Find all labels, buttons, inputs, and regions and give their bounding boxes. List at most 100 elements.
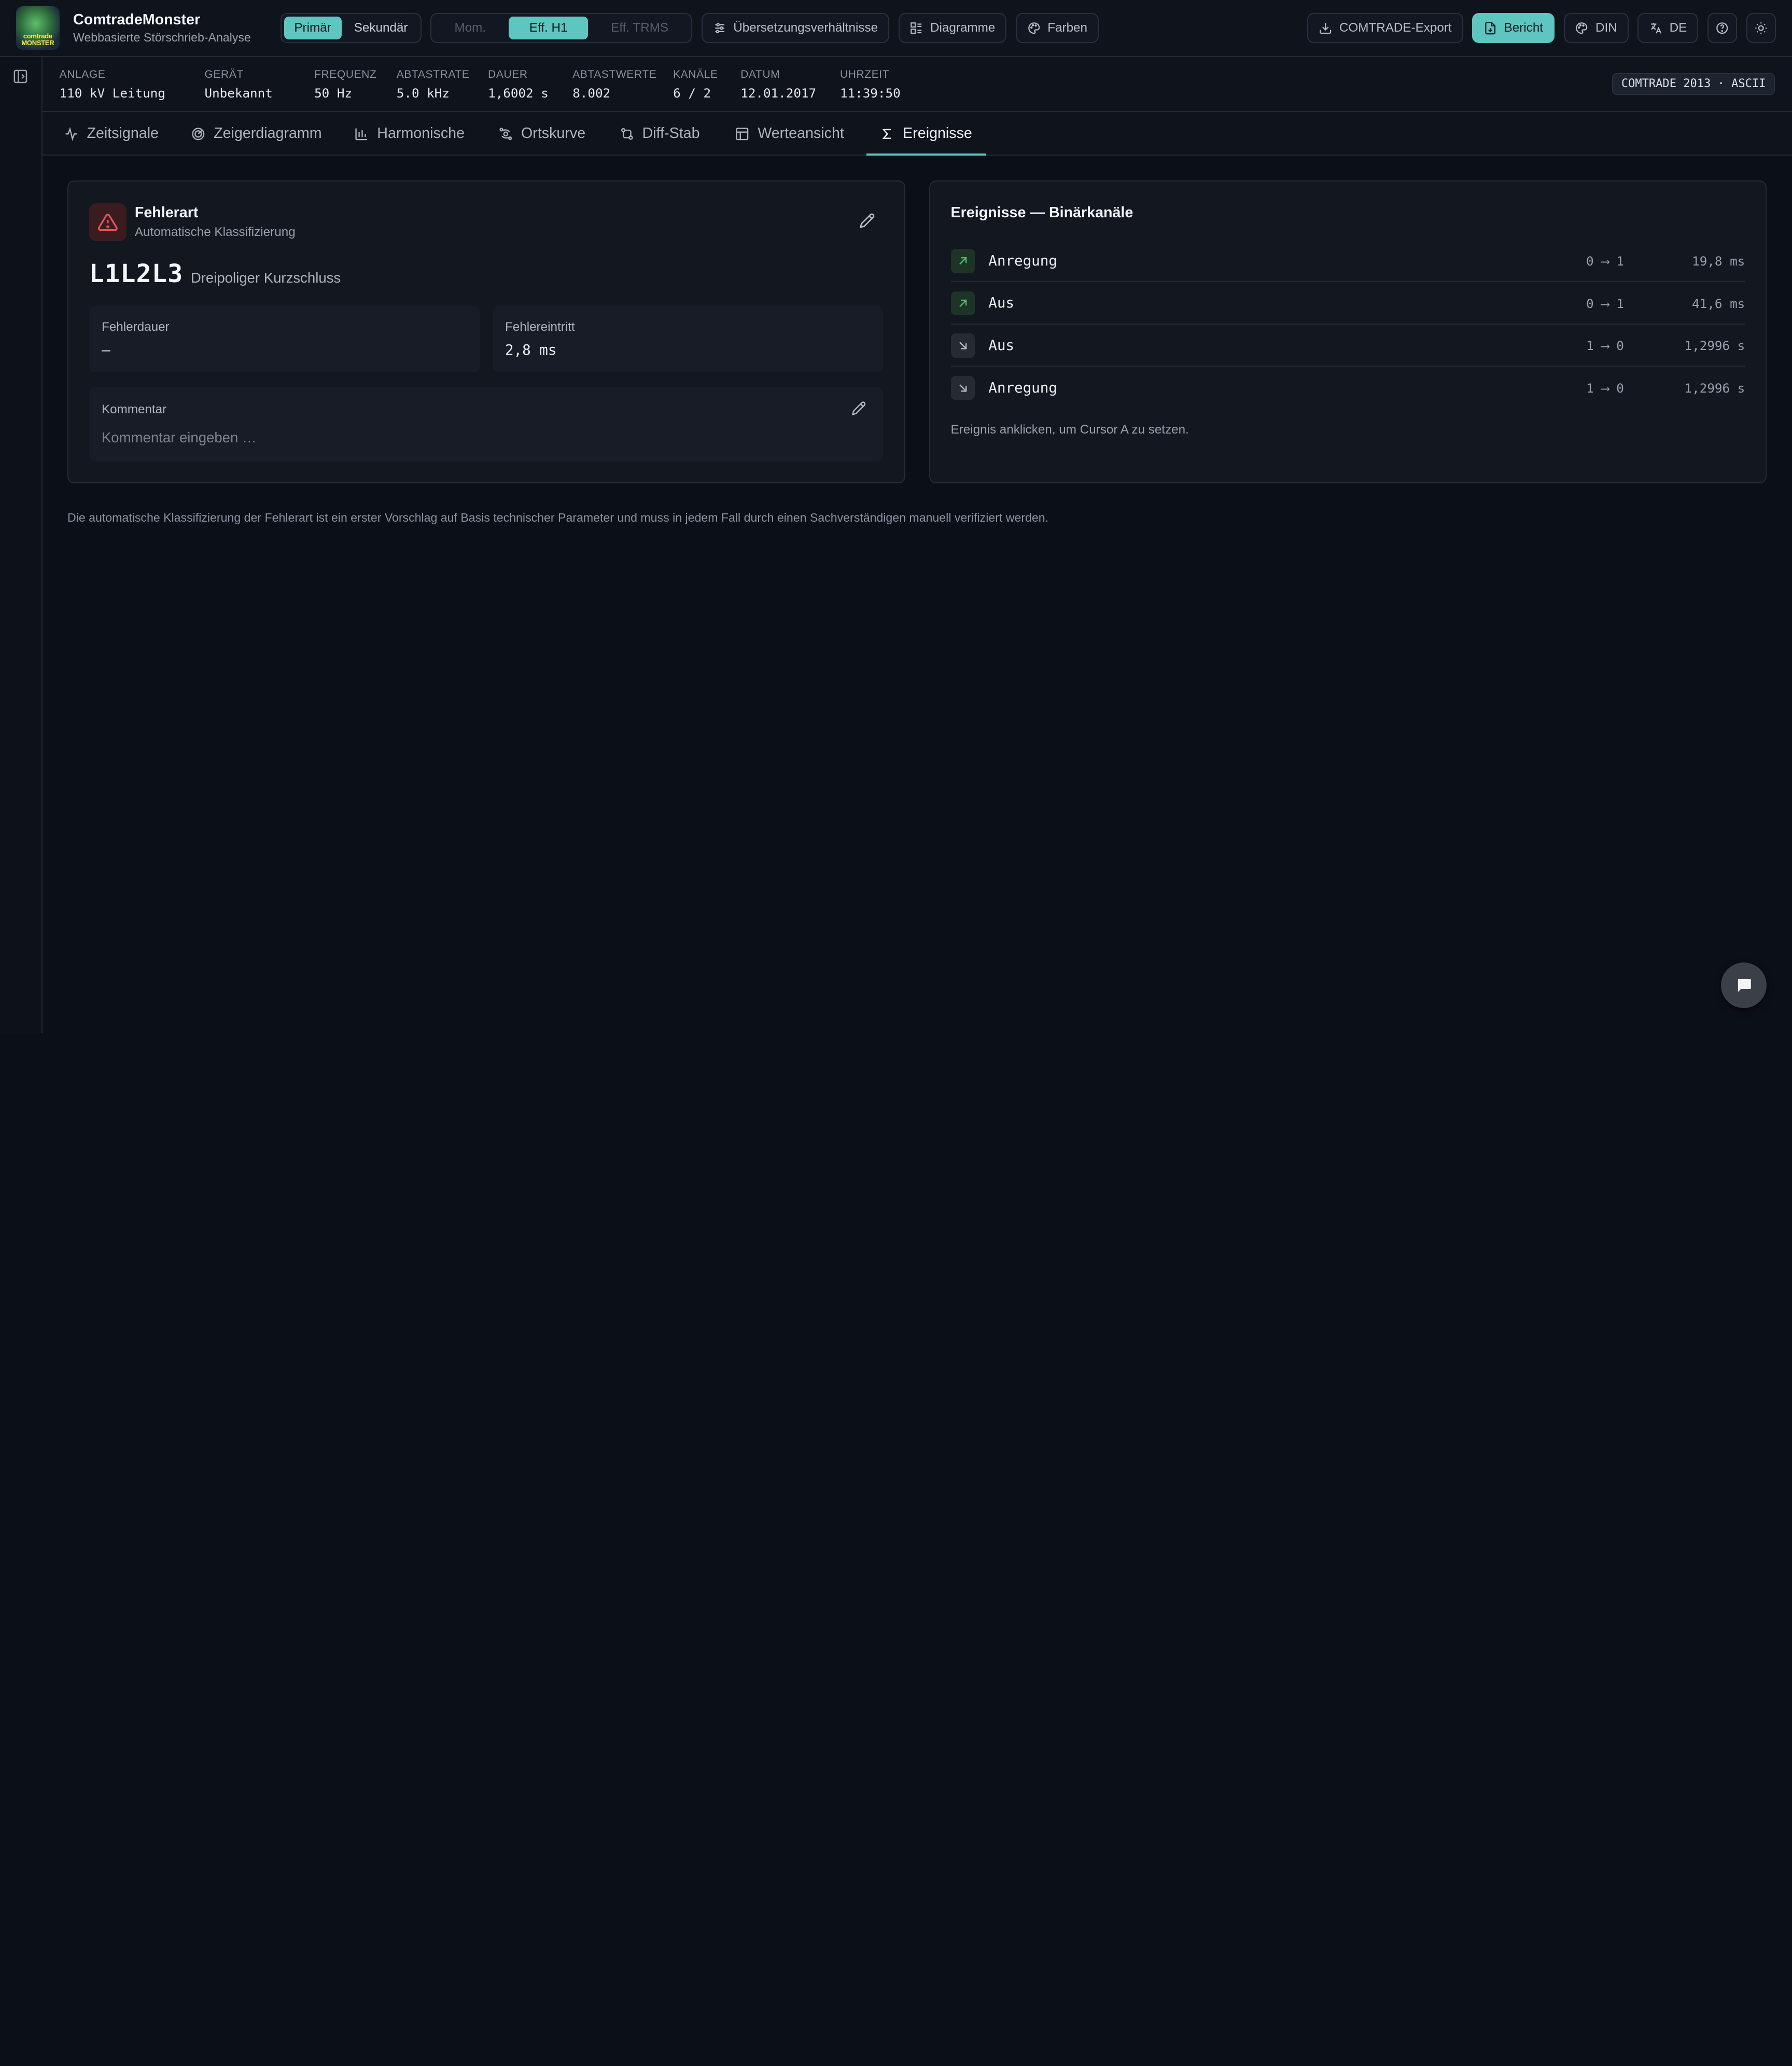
- fault-subtitle: Automatische Klassifizierung: [134, 225, 296, 239]
- tab-harmonische[interactable]: Harmonische: [354, 112, 465, 156]
- info-dauer-label: DAUER: [488, 68, 528, 81]
- event-transition: 0 ⟶ 1: [1586, 254, 1624, 269]
- report-label: Bericht: [1504, 21, 1544, 35]
- info-anlage: ANLAGE 110 kV Leitung: [60, 68, 165, 101]
- app-subtitle: Webbasierte Störschrieb-Analyse: [73, 31, 251, 45]
- active-tab-indicator: [866, 153, 987, 156]
- event-name: Aus: [988, 337, 1014, 354]
- report-button[interactable]: Bericht: [1472, 13, 1555, 43]
- edit-fault-icon[interactable]: [859, 213, 875, 229]
- target-icon: [192, 127, 205, 140]
- tab-zeigerdiagramm[interactable]: Zeigerdiagramm: [191, 112, 322, 156]
- theme-toggle-button[interactable]: [1746, 13, 1776, 43]
- top-toolbar: comtrade MONSTER ComtradeMonster Webbasi…: [0, 0, 1792, 58]
- chat-button[interactable]: [1721, 962, 1767, 1008]
- diagrams-label: Diagramme: [930, 21, 996, 35]
- primary-option[interactable]: Primär: [284, 17, 342, 40]
- info-datum: DATUM 12.01.2017: [740, 68, 816, 101]
- ratios-button[interactable]: Übersetzungsverhältnisse: [701, 13, 889, 43]
- event-transition: 0 ⟶ 1: [1586, 296, 1624, 311]
- standard-button[interactable]: DIN: [1563, 13, 1629, 43]
- arrow-up-right-icon: [959, 299, 967, 307]
- app-root: comtrade MONSTER ComtradeMonster Webbasi…: [0, 0, 1792, 1034]
- info-uhrzeit: UHRZEIT 11:39:50: [840, 68, 901, 101]
- rising-edge-badge: [950, 291, 975, 316]
- info-frequenz-label: FREQUENZ: [314, 68, 377, 81]
- mode-rms-h1[interactable]: Eff. H1: [509, 17, 589, 40]
- diagrams-button[interactable]: Diagramme: [898, 13, 1007, 43]
- event-time: 19,8 ms: [1692, 254, 1745, 269]
- info-frequenz: FREQUENZ 50 Hz: [314, 68, 376, 101]
- event-name: Anregung: [988, 252, 1057, 269]
- event-time: 1,2996 s: [1684, 380, 1745, 396]
- tab-ortskurve[interactable]: Ortskurve: [498, 112, 585, 156]
- colors-label: Farben: [1047, 21, 1088, 35]
- tab-harmonische-label: Harmonische: [377, 125, 465, 142]
- fault-type-card: Fehlerart Automatische Klassifizierung L…: [67, 180, 905, 484]
- tab-zeitsignale-label: Zeitsignale: [87, 125, 159, 142]
- events-title: Ereignisse — Binärkanäle: [950, 204, 1133, 221]
- arrow-down-right-icon: [959, 384, 967, 392]
- primary-secondary-toggle: Primär Sekundär: [281, 13, 422, 43]
- fault-onset-value: 2,8 ms: [505, 341, 557, 358]
- arrow-up-right-icon: [959, 257, 967, 265]
- activity-icon: [66, 127, 77, 141]
- standard-label: DIN: [1595, 21, 1617, 35]
- comment-placeholder[interactable]: Kommentar eingeben …: [102, 429, 257, 446]
- event-time: 1,2996 s: [1684, 338, 1745, 354]
- info-datum-label: DATUM: [740, 68, 780, 81]
- fault-duration-value: –: [101, 341, 110, 358]
- fault-onset-box: Fehlereintritt 2,8 ms: [492, 306, 884, 373]
- help-button[interactable]: [1707, 13, 1738, 43]
- brand: ComtradeMonster Webbasierte Störschrieb-…: [73, 11, 251, 45]
- comment-box[interactable]: Kommentar Kommentar eingeben …: [89, 387, 884, 462]
- sigma-icon: [882, 129, 891, 139]
- language-button[interactable]: DE: [1637, 13, 1699, 43]
- help-icon: [1716, 22, 1728, 34]
- alert-triangle-icon: [98, 213, 118, 231]
- arrow-down-right-icon: [959, 342, 967, 350]
- tab-ereignisse[interactable]: Ereignisse: [880, 112, 972, 156]
- export-label: COMTRADE-Export: [1339, 21, 1452, 35]
- mode-instantaneous[interactable]: Mom.: [434, 17, 507, 39]
- panel-toggle-icon[interactable]: [12, 68, 29, 85]
- info-abtastwerte: ABTASTWERTE 8.002: [572, 68, 656, 101]
- info-anlage-value: 110 kV Leitung: [59, 86, 165, 101]
- layout-list-icon: [911, 22, 922, 34]
- secondary-option[interactable]: Sekundär: [344, 17, 418, 39]
- event-transition: 1 ⟶ 0: [1586, 338, 1624, 354]
- fault-description: Dreipoliger Kurzschluss: [190, 269, 341, 286]
- mode-trms[interactable]: Eff. TRMS: [591, 17, 689, 39]
- classification-disclaimer: Die automatische Klassifizierung der Feh…: [67, 511, 1049, 525]
- tab-zeitsignale[interactable]: Zeitsignale: [64, 112, 159, 156]
- tab-diff-stab[interactable]: Diff-Stab: [620, 112, 700, 156]
- info-abtastwerte-label: ABTASTWERTE: [572, 68, 657, 81]
- info-abtastrate-label: ABTASTRATE: [396, 68, 470, 81]
- view-tabs: Zeitsignale Zeigerdiagramm Harmonische O…: [42, 111, 1792, 156]
- info-geraet: GERÄT Unbekannt: [205, 68, 273, 101]
- event-name: Aus: [988, 295, 1014, 312]
- fault-code: L1L2L3: [89, 259, 184, 289]
- info-abtastrate-value: 5.0 kHz: [396, 86, 450, 101]
- info-dauer-value: 1,6002 s: [488, 86, 549, 101]
- tab-werteansicht[interactable]: Werteansicht: [735, 112, 844, 156]
- value-mode-toggle: Mom. Eff. H1 Eff. TRMS: [430, 13, 693, 43]
- event-row[interactable]: Anregung 0 ⟶ 1 19,8 ms: [950, 240, 1745, 283]
- event-row[interactable]: Anregung 1 ⟶ 0 1,2996 s: [950, 367, 1745, 409]
- git-compare-icon: [621, 128, 633, 140]
- edit-comment-icon[interactable]: [851, 401, 866, 416]
- colors-button[interactable]: Farben: [1015, 13, 1099, 43]
- event-row[interactable]: Aus 1 ⟶ 0 1,2996 s: [950, 325, 1745, 367]
- info-kanaele: KANÄLE 6 / 2: [673, 68, 718, 101]
- falling-edge-badge: [950, 375, 975, 400]
- comtrade-export-button[interactable]: COMTRADE-Export: [1307, 13, 1463, 43]
- fault-onset-label: Fehlereintritt: [505, 319, 575, 334]
- events-card: Ereignisse — Binärkanäle Anregung 0 ⟶ 1 …: [929, 180, 1767, 484]
- sliders-icon: [715, 23, 724, 33]
- orbit-icon: [499, 127, 512, 140]
- sun-icon: [1755, 22, 1767, 34]
- event-row[interactable]: Aus 0 ⟶ 1 41,6 ms: [950, 282, 1745, 325]
- comment-label: Kommentar: [101, 402, 167, 416]
- language-label: DE: [1669, 21, 1687, 35]
- info-uhrzeit-label: UHRZEIT: [839, 68, 890, 81]
